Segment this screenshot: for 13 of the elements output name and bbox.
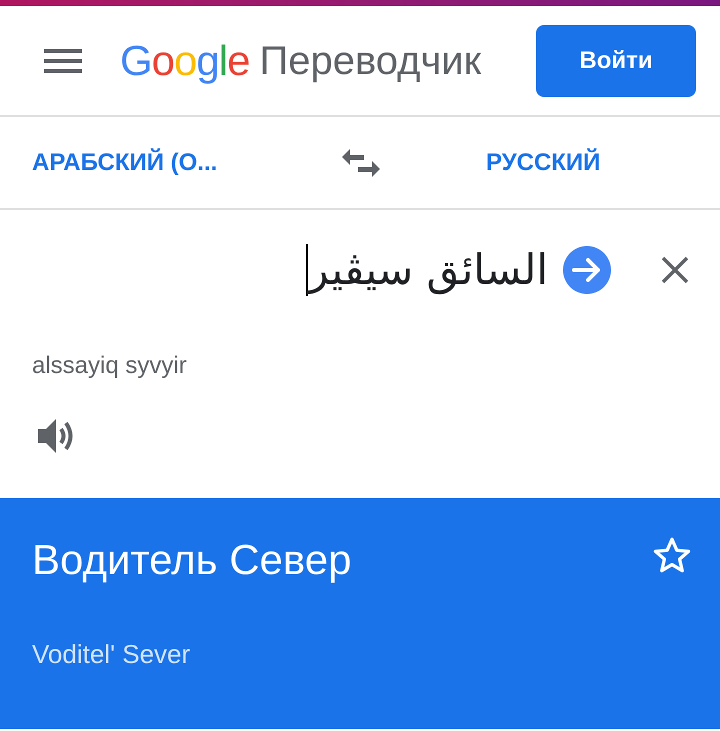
star-icon[interactable]	[652, 536, 692, 574]
menu-icon[interactable]	[44, 48, 82, 72]
translation-transliteration: Voditel' Sever	[32, 638, 192, 670]
source-language-button[interactable]: АРАБСКИЙ (О...	[32, 148, 218, 176]
translation-text: Водитель Север	[32, 535, 352, 585]
target-language-button[interactable]: РУССКИЙ	[486, 148, 600, 176]
swap-icon[interactable]	[342, 148, 380, 176]
google-logo: Google	[120, 40, 250, 82]
close-icon[interactable]	[660, 255, 690, 285]
transliteration-text: alssayiq syvyir	[32, 351, 188, 381]
text-cursor	[306, 244, 308, 296]
sign-in-button[interactable]: Войти	[536, 24, 696, 96]
product-name: Переводчик	[259, 40, 482, 80]
